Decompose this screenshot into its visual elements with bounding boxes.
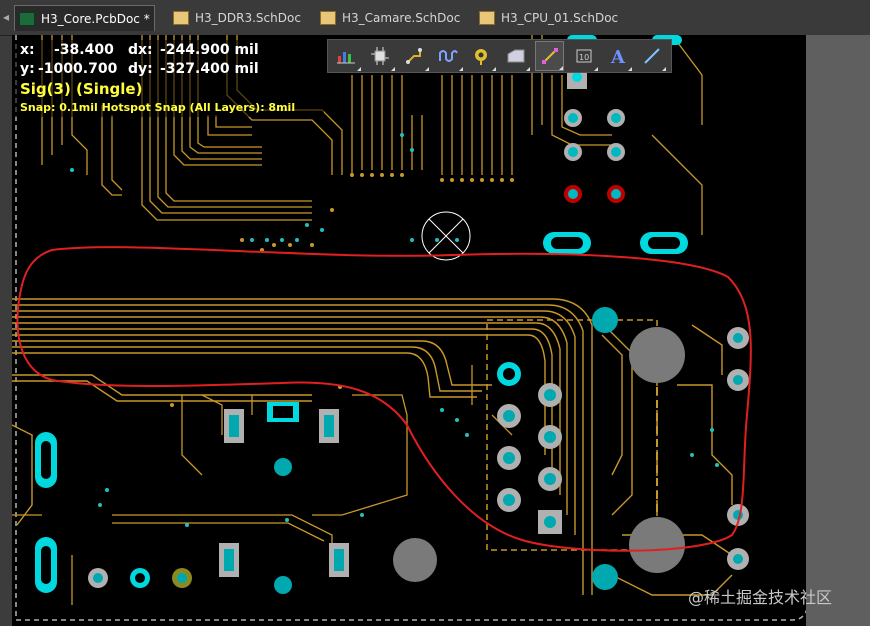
pcb-document-icon bbox=[19, 11, 35, 26]
hud-y-label: y: bbox=[20, 61, 35, 77]
component-icon[interactable] bbox=[366, 41, 395, 71]
active-bar-toolbar: 10 A bbox=[327, 39, 672, 73]
coordinate-hud: x: -38.400 dx: -244.900 mil y: -1000.700… bbox=[14, 40, 324, 117]
line-icon[interactable] bbox=[637, 41, 666, 71]
hud-x-label: x: bbox=[20, 42, 35, 58]
tab-h3-ddr3-schdoc[interactable]: H3_DDR3.SchDoc bbox=[169, 6, 305, 29]
hud-dx-value: -244.900 mil bbox=[160, 42, 259, 58]
svg-text:10: 10 bbox=[579, 53, 589, 62]
tab-h3-core-pcbdoc[interactable]: H3_Core.PcbDoc * bbox=[14, 5, 155, 31]
schematic-document-icon bbox=[173, 10, 189, 25]
tab-scroll-left-icon[interactable]: ◂ bbox=[0, 8, 12, 26]
string-text-icon[interactable]: A bbox=[603, 41, 632, 71]
hud-x-value: -38.400 bbox=[54, 42, 114, 58]
watermark-text: @稀土掘金技术社区 bbox=[688, 588, 833, 607]
tab-h3-camare-schdoc[interactable]: H3_Camare.SchDoc bbox=[316, 6, 464, 29]
pcb-editor-window: ◂ H3_Core.PcbDoc * H3_DDR3.SchDoc H3_Cam… bbox=[0, 0, 870, 626]
cursor-crosshair bbox=[421, 211, 471, 261]
hud-dx-label: dx: bbox=[128, 42, 153, 58]
schematic-document-icon bbox=[320, 10, 336, 25]
red-highlight-outline bbox=[16, 246, 752, 552]
hud-snap-info: Snap: 0.1mil Hotspot Snap (All Layers): … bbox=[20, 101, 296, 114]
schematic-document-icon bbox=[479, 10, 495, 25]
polygon-icon[interactable] bbox=[501, 41, 531, 71]
svg-text:A: A bbox=[610, 47, 626, 65]
dimension-icon[interactable] bbox=[535, 41, 565, 71]
document-tab-bar: ◂ H3_Core.PcbDoc * H3_DDR3.SchDoc H3_Cam… bbox=[0, 0, 870, 36]
interactive-route-icon[interactable] bbox=[434, 41, 463, 71]
hud-net-name: Sig(3) (Single) bbox=[20, 80, 143, 98]
pcb-canvas[interactable] bbox=[12, 35, 870, 626]
text-frame-icon[interactable]: 10 bbox=[569, 41, 599, 71]
lower-left-components bbox=[35, 402, 437, 594]
tab-label: H3_Core.PcbDoc * bbox=[41, 11, 150, 26]
right-panel-area bbox=[806, 35, 870, 626]
tab-label: H3_CPU_01.SchDoc bbox=[501, 10, 619, 25]
connector-pads-right bbox=[497, 307, 749, 590]
route-icon[interactable] bbox=[400, 41, 429, 71]
via-icon[interactable] bbox=[468, 41, 497, 71]
tab-h3-cpu-01-schdoc[interactable]: H3_CPU_01.SchDoc bbox=[475, 6, 622, 29]
tab-label: H3_Camare.SchDoc bbox=[342, 10, 461, 25]
hud-dy-label: dy: bbox=[128, 61, 153, 77]
pcb-board-view[interactable] bbox=[12, 35, 870, 626]
filter-chart-icon[interactable] bbox=[332, 41, 361, 71]
hud-y-value: -1000.700 bbox=[38, 61, 118, 77]
hud-dy-value: -327.400 mil bbox=[160, 61, 259, 77]
tab-label: H3_DDR3.SchDoc bbox=[195, 10, 301, 25]
trace-via-group bbox=[170, 173, 514, 407]
